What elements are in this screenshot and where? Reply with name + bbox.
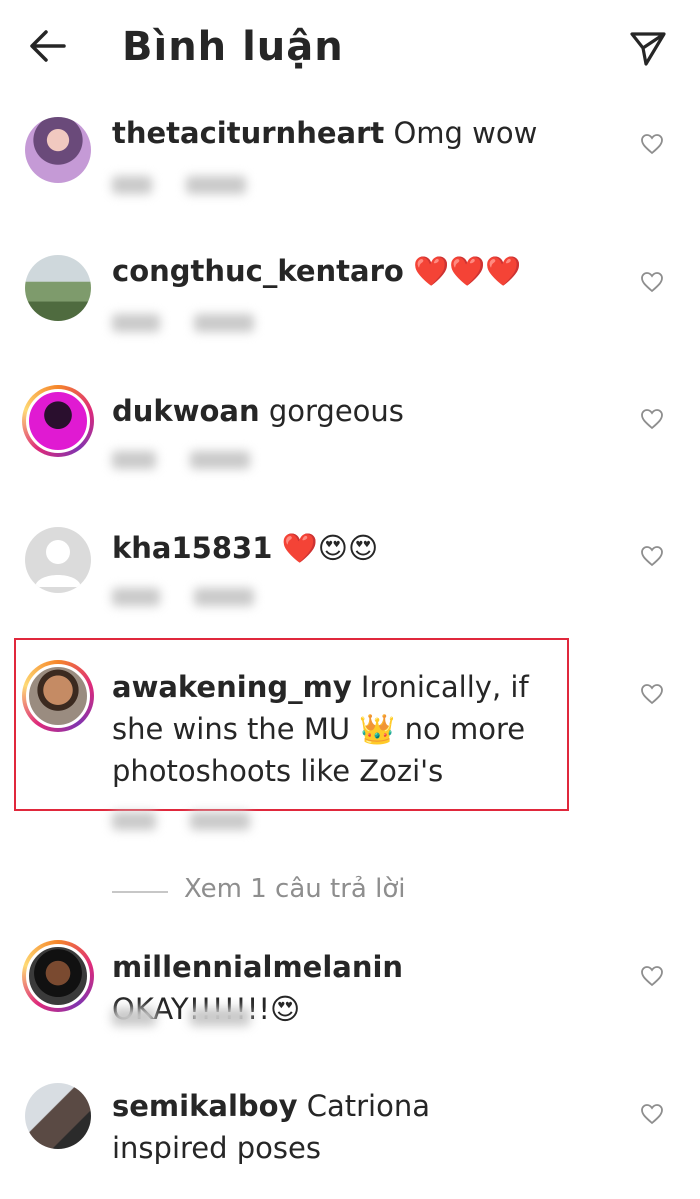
comment-text: kha15831 ❤️😍😍	[112, 527, 552, 569]
view-replies-label: Xem 1 câu trả lời	[184, 874, 406, 904]
arrow-left-icon	[30, 30, 66, 62]
comment-body: ❤️😍😍	[272, 531, 379, 565]
comment-meta	[112, 588, 312, 614]
view-replies-button[interactable]: Xem 1 câu trả lời	[112, 872, 512, 912]
comment-meta	[112, 812, 312, 838]
replies-divider	[112, 891, 168, 893]
paper-plane-icon	[630, 32, 666, 66]
comment-username[interactable]: congthuc_kentaro	[112, 254, 404, 288]
heart-icon[interactable]	[640, 964, 664, 988]
comment-username[interactable]: semikalboy	[112, 1089, 297, 1123]
comment-text: congthuc_kentaro ❤️❤️❤️	[112, 250, 552, 292]
heart-icon[interactable]	[640, 407, 664, 431]
comment-body: gorgeous	[259, 394, 404, 428]
avatar[interactable]	[22, 524, 94, 596]
avatar[interactable]	[22, 114, 94, 186]
comment-username[interactable]: kha15831	[112, 531, 272, 565]
default-avatar-icon	[35, 540, 81, 587]
heart-icon[interactable]	[640, 1102, 664, 1126]
comment-body: Omg wow	[384, 116, 538, 150]
heart-icon[interactable]	[640, 270, 664, 294]
heart-icon[interactable]	[640, 682, 664, 706]
header: Bình luận	[0, 0, 700, 100]
heart-icon[interactable]	[640, 132, 664, 156]
comment-username[interactable]: thetaciturnheart	[112, 116, 384, 150]
comment-text: dukwoan gorgeous	[112, 390, 552, 432]
send-button[interactable]	[626, 26, 670, 70]
comment-username[interactable]: millennialmelanin	[112, 950, 403, 984]
comment-meta	[112, 314, 312, 340]
avatar[interactable]	[22, 940, 94, 1012]
comment-text: thetaciturnheart Omg wow	[112, 112, 552, 154]
comment-meta	[112, 1008, 312, 1034]
avatar[interactable]	[22, 660, 94, 732]
back-button[interactable]	[26, 26, 70, 70]
avatar[interactable]	[22, 1080, 94, 1152]
page-title: Bình luận	[122, 24, 344, 70]
comment-body: ❤️❤️❤️	[403, 254, 522, 288]
comment-username[interactable]: awakening_my	[112, 670, 352, 704]
comment-meta	[112, 451, 312, 477]
comment-username[interactable]: dukwoan	[112, 394, 260, 428]
comment-text: semikalboy Catriona inspired poses	[112, 1085, 552, 1169]
comment-text: awakening_my Ironically, if she wins the…	[112, 666, 552, 792]
avatar[interactable]	[22, 252, 94, 324]
heart-icon[interactable]	[640, 544, 664, 568]
avatar[interactable]	[22, 385, 94, 457]
comment-meta	[112, 176, 312, 202]
